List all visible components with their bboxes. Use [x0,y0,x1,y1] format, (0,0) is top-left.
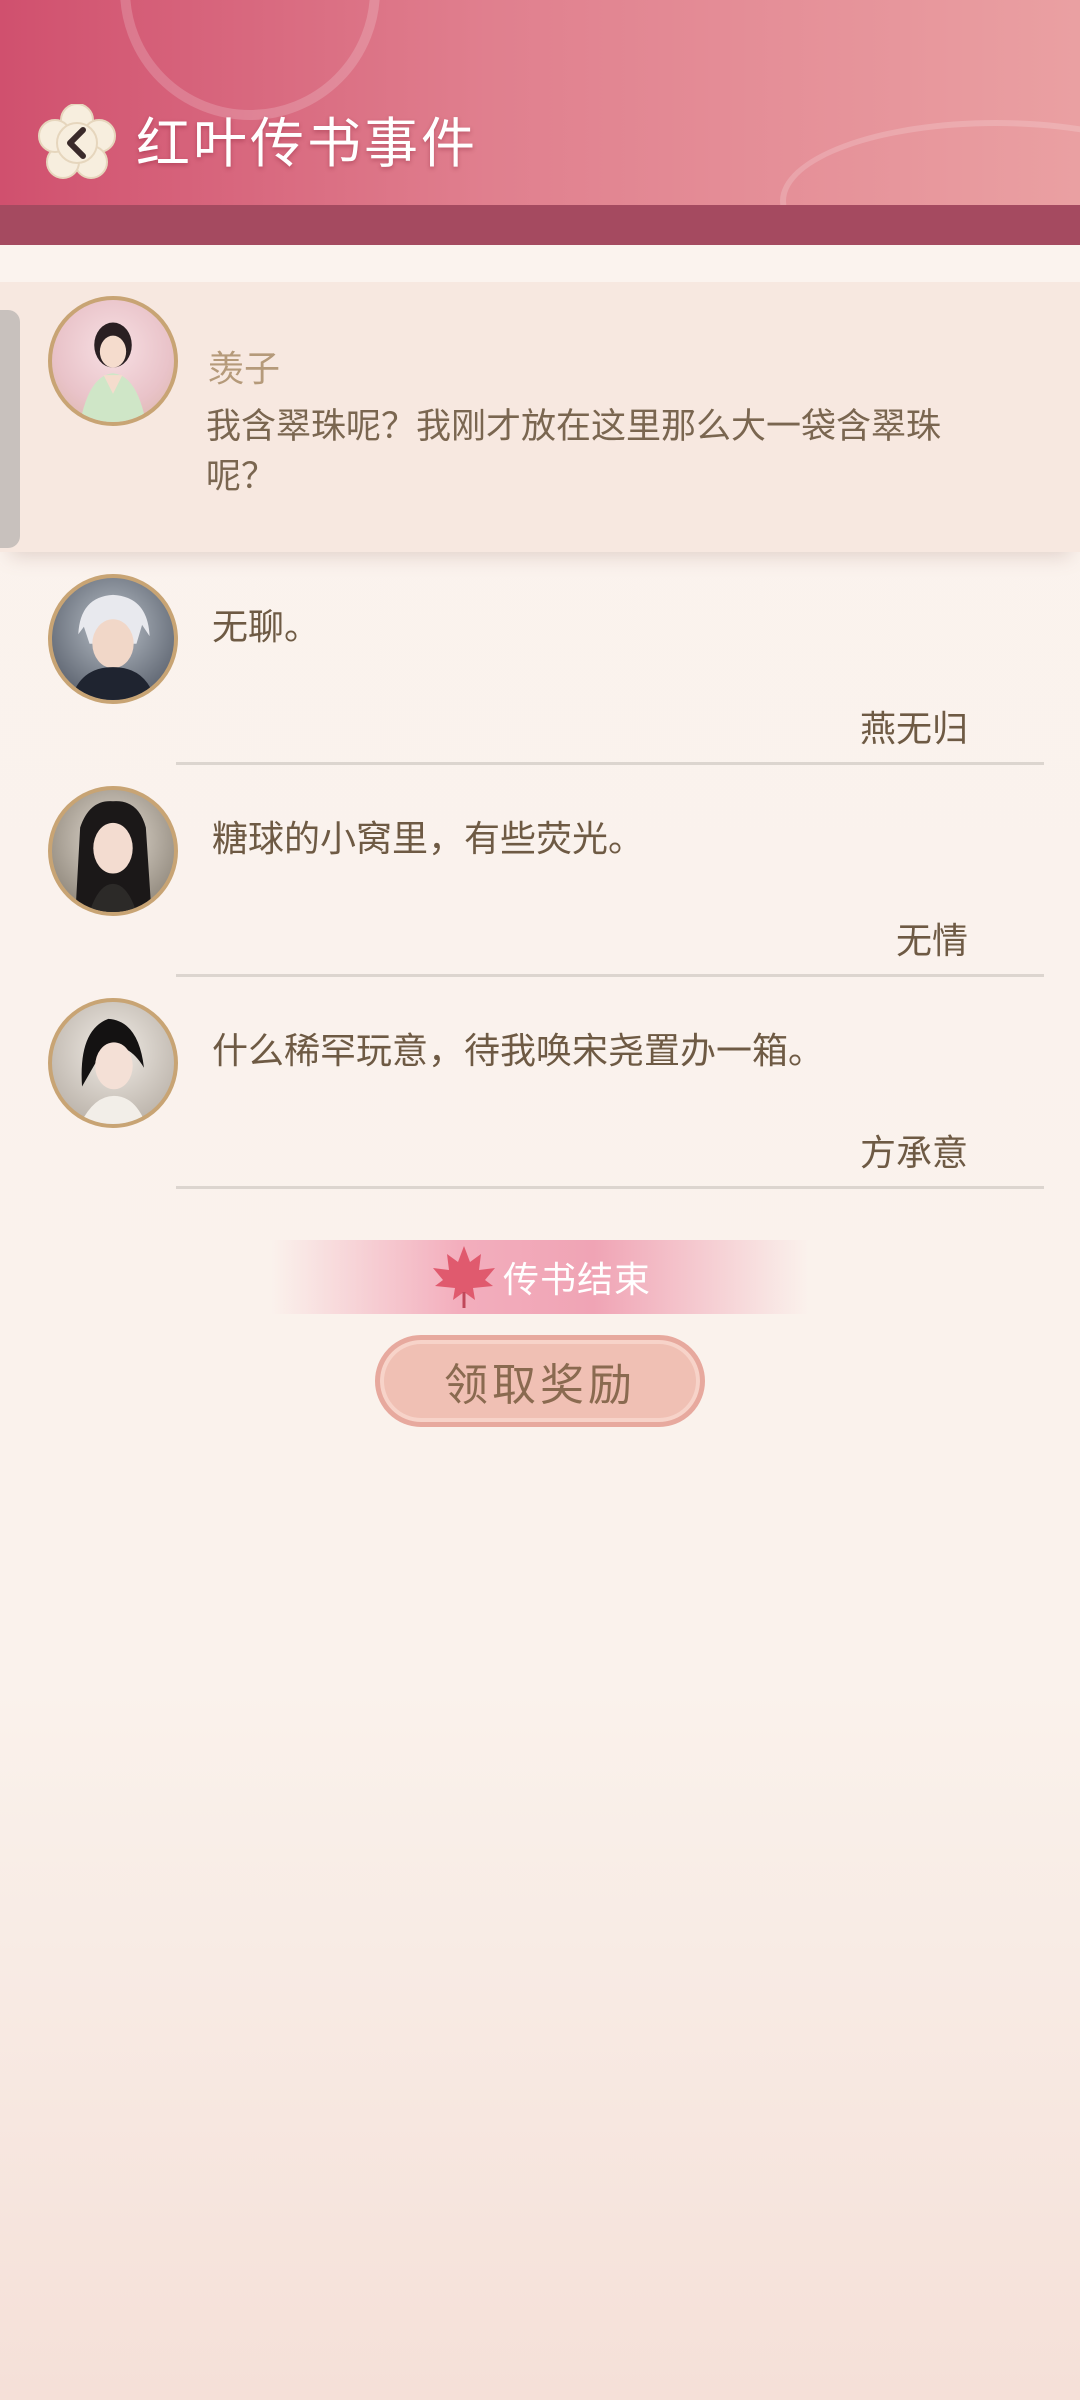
avatar-yanwugui[interactable] [48,574,178,704]
pinned-message-text: 我含翠珠呢？我刚才放在这里那么大一袋含翠珠呢？ [206,407,942,497]
message-text-3: 什么稀罕玩意，待我唤宋尧置办一箱。 [212,1031,825,1072]
message-sender-2: 无情 [895,921,968,962]
side-pull-tab[interactable] [0,310,20,548]
message-sender-1: 燕无归 [859,709,968,750]
claim-reward-label: 领取奖励 [444,1360,636,1411]
message-divider [176,1186,1044,1189]
back-button[interactable] [38,104,116,182]
header-swirl-decoration [120,0,380,120]
avatar-wuqing[interactable] [48,786,178,916]
avatar-fangchengyi[interactable] [48,998,178,1128]
back-flower-icon [38,104,116,179]
message-text-1: 无聊。 [212,607,321,648]
end-banner-label: 传书结束 [502,1260,651,1301]
claim-reward-button[interactable]: 领取奖励 [375,1335,705,1427]
message-sender-3: 方承意 [859,1133,968,1174]
header-band [0,205,1080,245]
message-divider [176,974,1044,977]
maple-leaf-icon [432,1246,495,1308]
pinned-sender-name: 羡子 [208,349,281,390]
message-divider [176,762,1044,765]
avatar-xianzi[interactable] [48,296,178,426]
end-of-letters-banner: 传书结束 [270,1240,810,1314]
page-title: 红叶传书事件 [136,112,478,175]
message-text-2: 糖球的小窝里，有些荧光。 [212,819,645,860]
